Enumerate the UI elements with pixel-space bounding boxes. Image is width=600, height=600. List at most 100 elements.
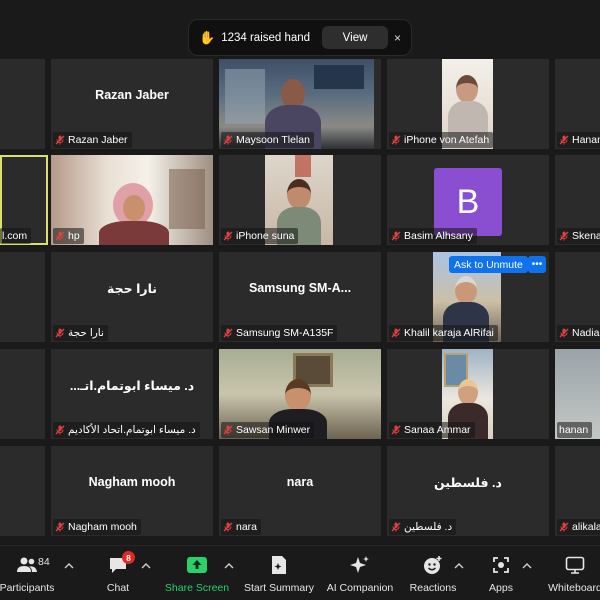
participant-name-label: Sanaa Ammar bbox=[389, 422, 475, 438]
participant-display-name: Nagham mooh bbox=[88, 475, 176, 489]
ai-companion-icon bbox=[349, 555, 371, 575]
participant-name-label: Skena bbox=[557, 228, 600, 244]
participants-count: 84 bbox=[38, 556, 50, 568]
close-icon[interactable]: × bbox=[394, 31, 401, 45]
participant-name-label: Nagham mooh bbox=[53, 519, 141, 535]
mic-muted-icon bbox=[391, 135, 401, 145]
participant-tile[interactable]: Skena bbox=[555, 155, 600, 245]
participant-name-label: Razan Jaber bbox=[53, 132, 132, 148]
participant-name-label: د. ميساء ابوتمام.اتحاد الأكاديم bbox=[53, 422, 200, 438]
start-summary-label: Start Summary bbox=[243, 582, 314, 594]
apps-button[interactable]: Apps bbox=[482, 546, 520, 600]
reactions-button[interactable]: Reactions bbox=[408, 546, 458, 600]
participant-tile[interactable] bbox=[0, 446, 45, 536]
participant-tile-active-speaker[interactable]: l.com bbox=[0, 155, 48, 245]
mic-muted-icon bbox=[559, 522, 569, 532]
start-summary-button[interactable]: Start Summary bbox=[243, 546, 315, 600]
participant-name-label: Khalil karaja AlRifai bbox=[389, 325, 498, 341]
chat-unread-badge: 8 bbox=[122, 551, 135, 564]
mic-muted-icon bbox=[559, 231, 569, 241]
whiteboard-icon bbox=[564, 555, 586, 575]
ai-companion-button[interactable]: AI Companion bbox=[325, 546, 395, 600]
mic-muted-icon bbox=[55, 135, 65, 145]
participant-name-label: Sawsan Minwer bbox=[221, 422, 315, 438]
chat-button[interactable]: 8 Chat bbox=[97, 546, 139, 600]
participant-tile[interactable] bbox=[0, 349, 45, 439]
share-screen-button[interactable]: Share Screen bbox=[165, 546, 229, 600]
raised-hand-icon: ✋ bbox=[199, 29, 216, 45]
reactions-icon bbox=[422, 555, 444, 575]
participant-tile[interactable]: hanan bbox=[555, 349, 600, 439]
participants-icon bbox=[16, 555, 38, 575]
participant-name-label: Maysoon Tlelan bbox=[221, 132, 314, 148]
more-options-button[interactable]: ••• bbox=[528, 256, 546, 273]
mic-muted-icon bbox=[391, 522, 401, 532]
mic-muted-icon bbox=[223, 425, 233, 435]
participant-name-label: Basim Alhsany bbox=[389, 228, 477, 244]
participant-tile[interactable]: Maysoon Tlelan bbox=[219, 59, 381, 149]
participant-tile[interactable]: Razan Jaber Razan Jaber bbox=[51, 59, 213, 149]
participant-display-name: Razan Jaber bbox=[95, 88, 169, 102]
participant-tile[interactable]: Hanan bbox=[555, 59, 600, 149]
participant-tile[interactable]: Sawsan Minwer bbox=[219, 349, 381, 439]
chevron-up-icon[interactable] bbox=[522, 562, 532, 570]
participant-name-label: نارا حجة bbox=[53, 325, 108, 341]
ask-to-unmute-button[interactable]: Ask to Unmute bbox=[449, 256, 528, 273]
participant-name-label: iPhone von Atefah bbox=[389, 132, 494, 148]
participant-tile[interactable]: nara nara bbox=[219, 446, 381, 536]
share-screen-icon bbox=[186, 555, 208, 575]
chevron-up-icon[interactable] bbox=[64, 562, 74, 570]
raised-hand-notification: ✋ 1234 raised hand View × bbox=[188, 19, 412, 56]
participant-name-label: hanan bbox=[557, 422, 593, 438]
chevron-up-icon[interactable] bbox=[224, 562, 234, 570]
view-raised-hands-button[interactable]: View bbox=[322, 26, 388, 49]
mic-muted-icon bbox=[559, 328, 569, 338]
mic-muted-icon bbox=[223, 231, 233, 241]
meeting-toolbar: Participants 84 8 Chat Share Screen Star… bbox=[0, 545, 600, 600]
participant-name-label: د. فلسطين bbox=[389, 519, 457, 535]
chevron-up-icon[interactable] bbox=[454, 562, 464, 570]
share-screen-label: Share Screen bbox=[164, 582, 230, 594]
mic-muted-icon bbox=[55, 522, 65, 532]
participant-tile[interactable]: نارا حجة نارا حجة bbox=[51, 252, 213, 342]
summary-icon bbox=[268, 555, 290, 575]
participant-name-label: nara bbox=[221, 519, 262, 535]
participant-name-label: Samsung SM-A135F bbox=[221, 325, 338, 341]
participant-tile[interactable]: د. ميساء ابوتمام.اتـ... د. ميساء ابوتمام… bbox=[51, 349, 213, 439]
participant-tile[interactable]: iPhone von Atefah bbox=[387, 59, 549, 149]
participant-name-label: Hanan bbox=[557, 132, 600, 148]
mic-muted-icon bbox=[559, 135, 569, 145]
chat-icon: 8 bbox=[107, 551, 135, 575]
chevron-up-icon[interactable] bbox=[141, 562, 151, 570]
avatar: B bbox=[434, 168, 502, 236]
participants-label: Participants bbox=[0, 582, 55, 594]
participant-tile[interactable]: iPhone suna bbox=[219, 155, 381, 245]
participant-display-name: د. ميساء ابوتمام.اتـ... bbox=[69, 378, 195, 393]
apps-label: Apps bbox=[489, 582, 513, 594]
video-grid: Razan Jaber Razan Jaber Maysoon Tlelan i… bbox=[0, 0, 600, 545]
mic-muted-icon bbox=[55, 231, 65, 241]
participant-tile[interactable] bbox=[0, 59, 45, 149]
participants-button[interactable]: Participants bbox=[0, 546, 55, 600]
participant-tile[interactable]: hp bbox=[51, 155, 213, 245]
mic-muted-icon bbox=[55, 425, 65, 435]
participant-tile[interactable]: Nadia bbox=[555, 252, 600, 342]
participant-name-label: Nadia bbox=[557, 325, 600, 341]
participant-tile[interactable]: alikala bbox=[555, 446, 600, 536]
reactions-label: Reactions bbox=[409, 582, 457, 594]
participant-tile[interactable]: Sanaa Ammar bbox=[387, 349, 549, 439]
whiteboards-button[interactable]: Whiteboard bbox=[544, 546, 600, 600]
participant-tile[interactable]: Nagham mooh Nagham mooh bbox=[51, 446, 213, 536]
participant-display-name: Samsung SM-A... bbox=[248, 281, 352, 295]
participant-name-label: hp bbox=[53, 228, 84, 244]
raised-hand-count: 1234 raised hand bbox=[221, 31, 311, 44]
apps-icon bbox=[490, 555, 512, 575]
mic-muted-icon bbox=[391, 425, 401, 435]
participant-tile[interactable]: Samsung SM-A... Samsung SM-A135F bbox=[219, 252, 381, 342]
participant-tile[interactable]: د. فلسطين د. فلسطين bbox=[387, 446, 549, 536]
participant-tile[interactable] bbox=[0, 252, 45, 342]
chat-label: Chat bbox=[106, 582, 130, 594]
mic-muted-icon bbox=[391, 231, 401, 241]
participant-tile[interactable]: B Basim Alhsany bbox=[387, 155, 549, 245]
ai-companion-label: AI Companion bbox=[326, 582, 394, 594]
